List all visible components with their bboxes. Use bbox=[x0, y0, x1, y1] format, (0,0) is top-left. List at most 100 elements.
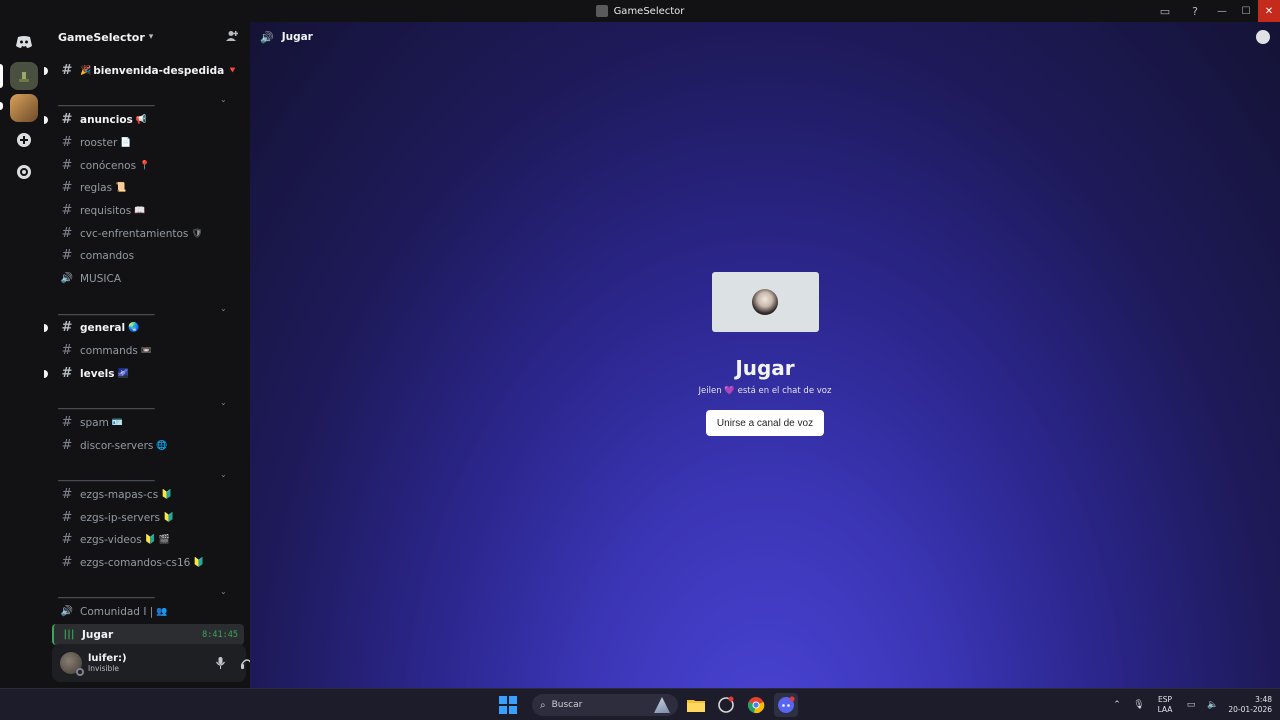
user-names[interactable]: luifer:) Invisible bbox=[88, 653, 127, 673]
channel-levels[interactable]: # levels 🌌 bbox=[52, 363, 244, 384]
system-clock[interactable]: 3:48 20-01-2026 bbox=[1224, 695, 1280, 715]
channel-comandos[interactable]: # comandos bbox=[52, 245, 244, 266]
channel-requisitos[interactable]: # requisitos 📖 bbox=[52, 200, 244, 221]
participant-avatar bbox=[752, 289, 778, 315]
user-avatar[interactable] bbox=[60, 652, 84, 676]
category-separator[interactable]: ________________________ bbox=[58, 400, 228, 410]
channel-emoji: 🔰 bbox=[162, 512, 175, 523]
clock-date: 20-01-2026 bbox=[1228, 705, 1272, 714]
channel-bienvenida-despedida[interactable]: # 🎉 bienvenida-despedida 🔻 bbox=[52, 60, 244, 81]
maximize-button[interactable]: ☐ bbox=[1234, 0, 1258, 22]
participant-tile[interactable] bbox=[711, 272, 819, 332]
channel-general[interactable]: # general 🌏 bbox=[52, 317, 244, 338]
channel-discor-servers[interactable]: # discor-servers 🌐 bbox=[52, 435, 244, 456]
inbox-icon[interactable]: ▭ bbox=[1150, 0, 1180, 22]
guild-header[interactable]: GameSelector ▾ bbox=[48, 22, 250, 52]
hash-icon: # bbox=[61, 226, 73, 241]
hash-icon: # bbox=[61, 366, 73, 381]
chevron-down-icon[interactable]: ⌄ bbox=[220, 95, 227, 104]
hash-icon: # bbox=[61, 487, 73, 502]
channel-emoji: 🎉 bbox=[80, 65, 92, 76]
voice-channel-title: Jugar bbox=[735, 356, 795, 380]
join-voice-button[interactable]: Unirse a canal de voz bbox=[705, 410, 825, 436]
microphone-icon[interactable] bbox=[210, 653, 230, 673]
file-explorer-icon[interactable] bbox=[684, 693, 708, 717]
chevron-down-icon[interactable]: ⌄ bbox=[220, 304, 227, 313]
category-separator[interactable]: ________________________ bbox=[58, 589, 228, 599]
system-tray: ⌃ 🎙 ESP LAA ▭ 🔈 3:48 20-01-2026 bbox=[1106, 689, 1280, 720]
channel-label: commands bbox=[80, 344, 138, 357]
channel-cvc-enfrentamientos[interactable]: # cvc-enfrentamientos 🛡 bbox=[52, 223, 244, 244]
voice-timer: 8:41:45 bbox=[202, 629, 238, 640]
channel-emoji: 🔰 bbox=[161, 489, 173, 500]
category-separator[interactable]: ________________________ bbox=[58, 306, 228, 316]
hash-icon: # bbox=[61, 63, 73, 78]
voice-channel-jugar[interactable]: ||| Jugar 8:41:45 bbox=[52, 624, 244, 645]
clock-time: 3:48 bbox=[1255, 695, 1272, 704]
channel-reglas[interactable]: # reglas 📜 bbox=[52, 177, 244, 198]
input-language[interactable]: ESP LAA bbox=[1150, 695, 1180, 715]
chat-bubble-icon[interactable] bbox=[1256, 30, 1270, 44]
chevron-down-icon[interactable]: ⌄ bbox=[220, 470, 227, 479]
network-icon[interactable]: ▭ bbox=[1180, 700, 1202, 710]
channel-rooster[interactable]: # rooster 📄 bbox=[52, 132, 244, 153]
taskbar-search[interactable]: ⌕ Buscar bbox=[532, 694, 678, 716]
close-button[interactable]: ✕ bbox=[1258, 0, 1280, 22]
chevron-down-icon[interactable]: ⌄ bbox=[220, 398, 227, 407]
channel-spam[interactable]: # spam 🪪 bbox=[52, 412, 244, 433]
unread-indicator bbox=[44, 324, 48, 332]
channel-emoji: 🌏 bbox=[128, 322, 140, 333]
channel-ezgs-videos[interactable]: # ezgs-videos 🔰 🎬 bbox=[52, 529, 244, 550]
minimize-button[interactable]: — bbox=[1210, 0, 1234, 22]
voice-channel-subtitle: Jeilen 💜 está en el chat de voz bbox=[698, 386, 832, 396]
hash-icon: # bbox=[61, 112, 73, 127]
channel-label: ezgs-mapas-cs bbox=[80, 488, 159, 501]
hash-icon: # bbox=[61, 135, 73, 150]
channel-anuncios[interactable]: # anuncios 📢 bbox=[52, 109, 244, 130]
help-icon[interactable]: ? bbox=[1180, 0, 1210, 22]
volume-icon[interactable]: 🔈 bbox=[1202, 700, 1224, 710]
channel-ezgs-ip-servers[interactable]: # ezgs-ip-servers 🔰 bbox=[52, 507, 244, 528]
user-panel: luifer:) Invisible ⚙ bbox=[52, 644, 279, 682]
channel-label: Comunidad I | bbox=[80, 605, 154, 618]
channel-sidebar: GameSelector ▾ # 🎉 bienvenida-despedida … bbox=[44, 22, 279, 688]
channel-emoji: 🪪 bbox=[111, 417, 124, 428]
channel-emoji: 📼 bbox=[140, 345, 153, 356]
channel-label: conócenos bbox=[80, 159, 137, 172]
user-name: luifer:) bbox=[88, 653, 127, 664]
category-separator[interactable]: ________________________ bbox=[58, 472, 228, 482]
channel-label: comandos bbox=[80, 249, 135, 262]
channel-ezgs-mapas-cs[interactable]: # ezgs-mapas-cs 🔰 bbox=[52, 484, 244, 505]
voice-channel-musica[interactable]: 🔊 MUSICA bbox=[52, 268, 244, 289]
channel-emoji: 🛡 bbox=[191, 228, 203, 239]
hash-icon: # bbox=[61, 320, 73, 335]
chevron-down-icon[interactable]: ⌄ bbox=[220, 587, 227, 596]
channel-label: reglas bbox=[80, 181, 113, 194]
add-member-icon[interactable] bbox=[226, 30, 240, 44]
server-other-icon[interactable] bbox=[10, 94, 38, 122]
channel-emoji: 👥 bbox=[156, 606, 168, 617]
channel-emoji: 🔰 🎬 bbox=[144, 534, 171, 545]
discover-icon[interactable] bbox=[10, 158, 38, 186]
channel-emoji: 🌐 bbox=[156, 440, 168, 451]
channel-label: anuncios bbox=[80, 113, 133, 126]
chevron-up-icon[interactable]: ⌃ bbox=[1106, 700, 1128, 710]
voice-channel-comunidad[interactable]: 🔊 Comunidad I | 👥 bbox=[52, 601, 244, 622]
category-separator[interactable]: ________________________ bbox=[58, 97, 228, 107]
add-server-icon[interactable] bbox=[10, 126, 38, 154]
microphone-tray-icon[interactable]: 🎙 bbox=[1128, 700, 1150, 710]
server-gameselector-icon[interactable] bbox=[10, 62, 38, 90]
discord-home-icon[interactable] bbox=[10, 28, 38, 56]
discord-taskbar-icon[interactable] bbox=[774, 693, 798, 717]
channel-conocenos[interactable]: # conócenos 📍 bbox=[52, 155, 244, 176]
chrome-icon[interactable] bbox=[744, 693, 768, 717]
speaker-icon: 🔊 bbox=[60, 273, 74, 284]
channel-ezgs-comandos-cs16[interactable]: # ezgs-comandos-cs16 🔰 bbox=[52, 552, 244, 573]
voice-channel-view: 🔊 Jugar Jugar Jeilen 💜 está en el chat d… bbox=[250, 22, 1280, 688]
hash-icon: # bbox=[61, 510, 73, 525]
app-clock-icon[interactable] bbox=[714, 693, 738, 717]
channel-commands[interactable]: # commands 📼 bbox=[52, 340, 244, 361]
channel-label: spam bbox=[80, 416, 109, 429]
hash-icon: # bbox=[61, 203, 73, 218]
windows-start-icon[interactable] bbox=[496, 693, 520, 717]
